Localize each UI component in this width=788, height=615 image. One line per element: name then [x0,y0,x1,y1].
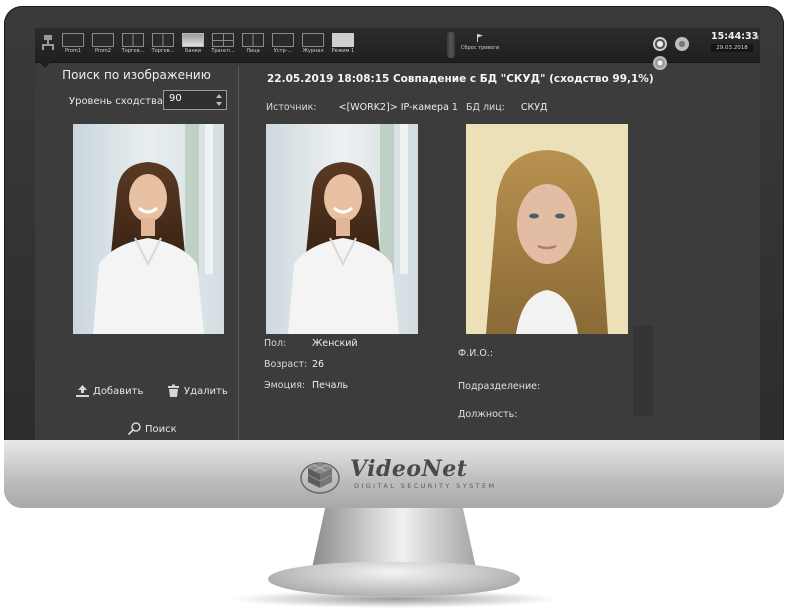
app-window: Prom1 Prom2 Торгов... Торгов... Банки Тр… [35,28,760,446]
toolbar-layout-devices[interactable]: Устр-... [269,33,297,57]
details-scrollbar[interactable] [633,326,653,416]
brand-name: VideoNet [350,456,468,482]
monitor-bezel: Prom1 Prom2 Торгов... Торгов... Банки Тр… [4,6,784,506]
position-label: Должность: [458,409,518,420]
query-photo [73,124,224,334]
flag-icon [477,34,483,42]
cube-logo-icon [300,462,340,494]
spin-up-icon[interactable] [216,94,222,98]
full-name-label: Ф.И.О.: [458,348,494,359]
screen-layout-icon [302,33,324,47]
panel-divider[interactable] [238,66,239,440]
gender-row: Пол: Женский [264,338,358,349]
clock: 15:44:33 29.03.2018 [711,31,759,52]
toolbar-layout-prom2[interactable]: Prom2 [89,33,117,57]
alarm-reset-button[interactable]: Сброс тревоги [459,32,501,58]
toolbar-layout-faces[interactable]: Лица [239,33,267,57]
similarity-label: Уровень сходства [69,96,164,107]
magnifier-icon [127,422,141,436]
toolbar-splitter-handle[interactable] [447,32,455,58]
screen-layout-icon [122,33,144,47]
age-row: Возраст: 26 [264,359,325,370]
department-label: Подразделение: [458,381,541,392]
upload-icon [76,385,89,397]
brand-tagline: DIGITAL SECURITY SYSTEM [354,482,497,490]
screen-layout-icon [272,33,294,47]
monitor-stand-neck [312,508,476,568]
trash-icon [168,384,179,397]
screen-layout-icon [242,33,264,47]
monitor-stand-base [268,562,520,596]
screen-layout-icon [92,33,114,47]
top-toolbar: Prom1 Prom2 Торгов... Торгов... Банки Тр… [35,28,760,70]
spin-down-icon[interactable] [216,102,222,106]
screen-layout-icon [62,33,84,47]
screen-layout-icon [182,33,204,47]
search-by-image-title: Поиск по изображению [62,68,211,82]
toolbar-journal[interactable]: Журнал [299,33,327,57]
toolbar-layout-torg2[interactable]: Торгов... [149,33,177,57]
camera-tree-icon[interactable] [41,34,55,52]
network-status-icon[interactable] [653,56,667,70]
add-button[interactable]: Добавить [75,384,143,398]
sound-status-icon[interactable] [675,37,690,51]
status-icons [653,36,709,70]
emotion-row: Эмоция: Печаль [264,380,349,391]
search-button[interactable]: Поиск [127,422,177,436]
close-icon[interactable]: ✕ [754,34,760,42]
similarity-spinbox[interactable]: 90 [163,90,227,110]
match-title: 22.05.2019 18:08:15 Совпадение с БД "СКУ… [267,73,654,85]
source-row: Источник: <[WORK2]> IP-камера 1 [266,102,458,113]
screen-layout-icon [212,33,234,47]
screen-layout-icon [332,33,354,47]
toolbar-layout-torg1[interactable]: Торгов... [119,33,147,57]
camera-status-icon[interactable] [653,37,667,51]
database-photo [466,124,628,334]
toolbar-mode1[interactable]: Режим 1 [329,33,357,57]
delete-button[interactable]: Удалить [166,384,228,398]
toolbar-layout-transport[interactable]: Трансп... [209,33,237,57]
toolbar-layout-banks[interactable]: Банки [179,33,207,57]
brand-logo: VideoNet DIGITAL SECURITY SYSTEM [296,454,496,498]
camera-photo [266,124,418,334]
toolbar-layout-prom1[interactable]: Prom1 [59,33,87,57]
face-db-row: БД лиц: СКУД [466,102,548,113]
screen-layout-icon [152,33,174,47]
similarity-value: 90 [169,93,182,104]
